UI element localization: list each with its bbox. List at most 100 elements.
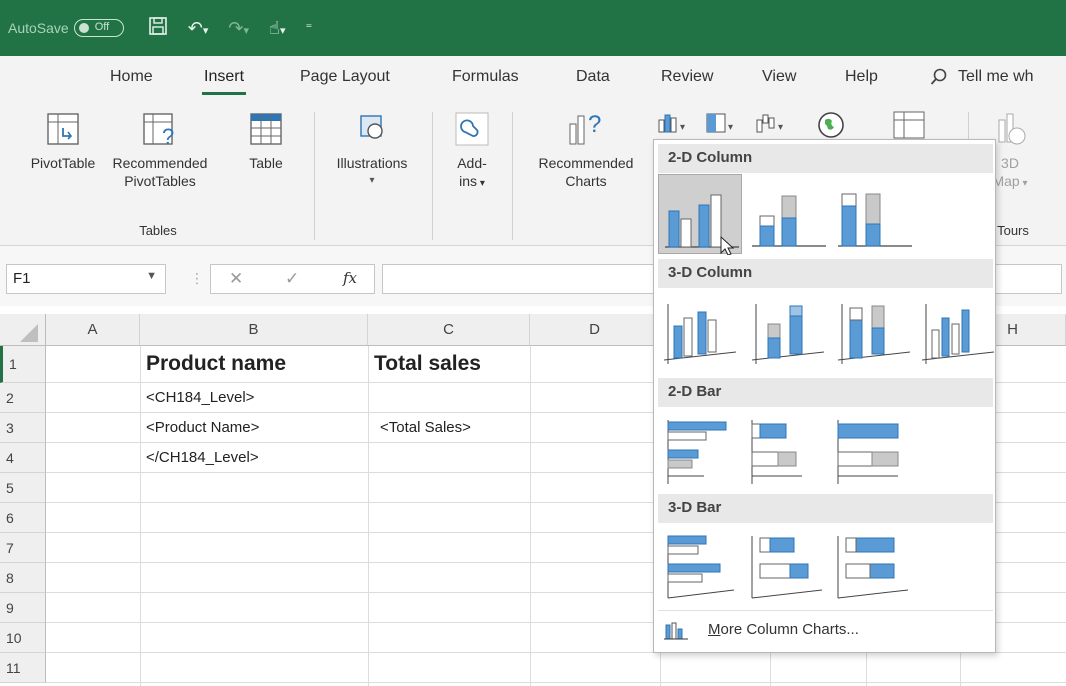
pivottable-button[interactable]: PivotTable xyxy=(20,112,106,172)
cell-b2[interactable]: <CH184_Level> xyxy=(146,389,254,406)
row-header-8[interactable]: 8 xyxy=(0,563,46,593)
cell-c3[interactable]: <Total Sales> xyxy=(380,419,471,436)
clustered-bar-chart-option[interactable] xyxy=(658,410,742,490)
ribbon-tabs: Home Insert Page Layout Formulas Data Re… xyxy=(0,56,1066,106)
row-header-5[interactable]: 5 xyxy=(0,473,46,503)
addins-label-2: ins xyxy=(459,173,478,189)
3d-100-stacked-bar-option[interactable] xyxy=(832,526,916,606)
recommended-pivottables-label-1: Recommended xyxy=(112,155,208,171)
customize-icon[interactable]: ⁼ xyxy=(305,20,312,36)
recommended-pivottables-label-2: PivotTables xyxy=(124,173,196,189)
insert-function-icon[interactable]: fx xyxy=(343,269,357,287)
select-all-corner[interactable] xyxy=(0,314,46,346)
ribbon-separator xyxy=(512,112,513,240)
table-icon xyxy=(250,113,282,145)
save-icon[interactable] xyxy=(148,16,168,41)
tab-view[interactable]: View xyxy=(762,68,796,86)
3d-stacked-bar-option[interactable] xyxy=(746,526,830,606)
table-label: Table xyxy=(249,155,283,171)
table-row xyxy=(46,653,1066,683)
recommended-charts-label-1: Recommended xyxy=(538,155,634,171)
insert-waterfall-chart-button[interactable]: ▾ xyxy=(754,112,790,138)
globe-icon xyxy=(998,113,1026,145)
insert-column-chart-button[interactable]: ▾ xyxy=(656,112,692,138)
svg-text:▾: ▾ xyxy=(728,122,733,133)
illustrations-icon xyxy=(360,115,383,139)
recommended-pivottables-button[interactable]: ? Recommended PivotTables xyxy=(108,112,212,190)
row-header-2[interactable]: 2 xyxy=(0,383,46,413)
clustered-column-chart-option[interactable] xyxy=(658,174,742,256)
cell-b3[interactable]: <Product Name> xyxy=(146,419,259,436)
recommended-charts-label-2: Charts xyxy=(565,173,607,189)
addins-button[interactable]: Add- ins ▾ xyxy=(440,112,504,193)
column-header-b[interactable]: B xyxy=(140,314,368,346)
row-header-1[interactable]: 1 xyxy=(0,346,46,383)
search-icon[interactable] xyxy=(930,68,948,91)
row-header-10[interactable]: 10 xyxy=(0,623,46,653)
100-stacked-bar-chart-option[interactable] xyxy=(832,410,916,490)
maps-icon[interactable] xyxy=(816,110,846,140)
cancel-icon[interactable]: ✕ xyxy=(229,269,243,289)
name-box[interactable]: F1 ▼ xyxy=(6,264,166,294)
tab-page-layout[interactable]: Page Layout xyxy=(300,68,390,86)
svg-text:?: ? xyxy=(162,124,174,146)
tab-help[interactable]: Help xyxy=(845,68,878,86)
column-header-a[interactable]: A xyxy=(46,314,140,346)
cell-b1[interactable]: Product name xyxy=(146,352,286,376)
title-bar: AutoSave Off ↶▾ ↷▾ ☝▾ ⁼ xyxy=(0,0,1066,56)
row-header-11[interactable]: 11 xyxy=(0,653,46,683)
enter-icon[interactable]: ✓ xyxy=(285,269,299,289)
section-2d-bar: 2-D Bar xyxy=(658,378,993,407)
3d-column-option[interactable] xyxy=(916,290,1000,370)
autosave-toggle[interactable]: Off xyxy=(73,19,124,37)
stacked-bar-chart-option[interactable] xyxy=(746,410,830,490)
3d-clustered-bar-option[interactable] xyxy=(658,526,742,606)
redo-icon[interactable]: ↷▾ xyxy=(228,18,249,39)
cell-b4[interactable]: </CH184_Level> xyxy=(146,449,259,466)
waterfall-chart-icon: ▾ xyxy=(756,114,783,133)
recommended-pivottables-icon: ? xyxy=(143,113,174,146)
row-header-9[interactable]: 9 xyxy=(0,593,46,623)
insert-hierarchy-chart-button[interactable]: ▾ xyxy=(704,112,740,138)
100-stacked-column-chart-option[interactable] xyxy=(832,174,916,254)
3d-map-label-2: Map xyxy=(992,173,1020,189)
3d-100-stacked-column-option[interactable] xyxy=(832,290,916,370)
column-chart-gallery: 2-D Column 3-D Column 2-D Bar 3-D Bar Mo… xyxy=(653,139,996,653)
3d-clustered-column-option[interactable] xyxy=(658,290,742,370)
cell-c1[interactable]: Total sales xyxy=(374,352,481,376)
tables-group-label: Tables xyxy=(139,223,177,238)
tab-insert[interactable]: Insert xyxy=(201,68,247,95)
grip-icon: ⋮ xyxy=(190,270,204,286)
tell-me-input[interactable]: Tell me wh xyxy=(958,68,1034,86)
illustrations-button[interactable]: Illustrations ▾ xyxy=(322,112,422,190)
row-header-7[interactable]: 7 xyxy=(0,533,46,563)
undo-icon[interactable]: ↶▾ xyxy=(188,18,209,39)
more-column-charts-link[interactable]: More Column Charts... xyxy=(658,610,993,650)
pivottable-label: PivotTable xyxy=(30,155,96,171)
illustrations-label: Illustrations xyxy=(336,155,408,171)
tab-data[interactable]: Data xyxy=(576,68,610,86)
tab-formulas[interactable]: Formulas xyxy=(452,68,519,86)
section-3d-column: 3-D Column xyxy=(658,259,993,288)
svg-text:▾: ▾ xyxy=(680,122,685,133)
recommended-charts-button[interactable]: ? Recommended Charts xyxy=(522,112,650,190)
column-header-c[interactable]: C xyxy=(368,314,530,346)
pivotchart-icon[interactable] xyxy=(890,110,930,140)
ribbon-separator xyxy=(314,112,315,240)
column-chart-icon xyxy=(664,622,688,640)
table-button[interactable]: Table xyxy=(240,112,292,172)
touch-mode-icon[interactable]: ☝▾ xyxy=(269,18,286,39)
tab-home[interactable]: Home xyxy=(110,68,153,86)
ribbon-separator xyxy=(432,112,433,240)
row-header-3[interactable]: 3 xyxy=(0,413,46,443)
hierarchy-chart-icon: ▾ xyxy=(706,113,733,133)
column-header-d[interactable]: D xyxy=(530,314,660,346)
chevron-down-icon[interactable]: ▼ xyxy=(146,270,157,282)
column-chart-icon: ▾ xyxy=(658,114,685,133)
row-header-4[interactable]: 4 xyxy=(0,443,46,473)
tab-review[interactable]: Review xyxy=(661,68,713,86)
stacked-column-chart-option[interactable] xyxy=(746,174,830,254)
row-header-6[interactable]: 6 xyxy=(0,503,46,533)
pivottable-icon xyxy=(47,113,79,145)
3d-stacked-column-option[interactable] xyxy=(746,290,830,370)
